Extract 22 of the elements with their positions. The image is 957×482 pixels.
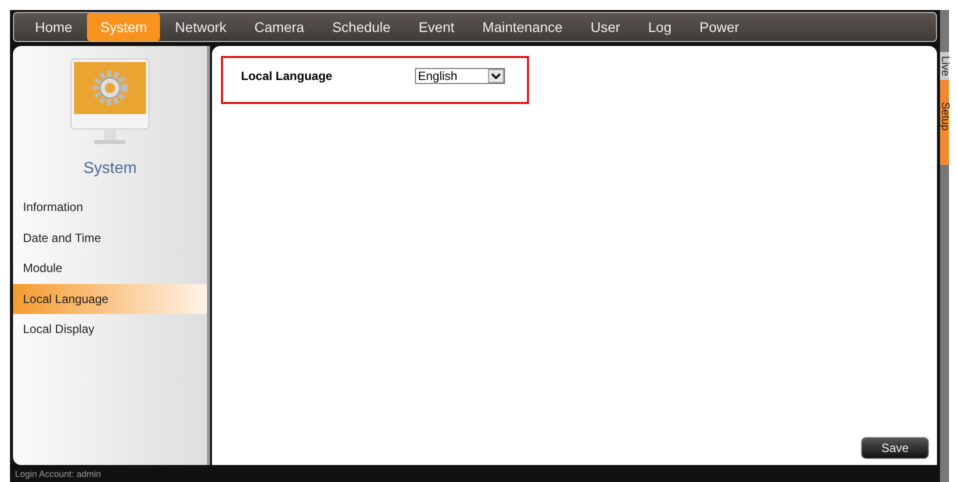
nav-tab[interactable]: Event (406, 13, 468, 41)
sidebar-item[interactable]: Information (13, 192, 207, 222)
nav-tab[interactable]: Camera (241, 13, 318, 41)
nav-tab[interactable]: Maintenance (469, 13, 576, 41)
side-tab[interactable]: Setup (940, 80, 949, 166)
nav-tab[interactable]: Power (686, 13, 752, 41)
nav-tab[interactable]: Home (22, 13, 86, 41)
nav-tab[interactable]: Schedule (319, 13, 404, 41)
sidebar-item[interactable]: Local Language (13, 284, 207, 314)
field-label: Local Language (241, 69, 334, 83)
nav-tab[interactable]: Network (162, 13, 240, 41)
sidebar-title: System (83, 160, 137, 178)
language-select[interactable]: English (415, 68, 505, 84)
side-tab[interactable]: Live (940, 52, 949, 80)
save-button[interactable]: Save (861, 437, 929, 459)
caret-icon (488, 69, 504, 83)
sidebar-item[interactable]: Date and Time (13, 222, 207, 253)
nav-tab[interactable]: User (578, 13, 634, 41)
status-text: Login Account: admin (15, 468, 102, 478)
sidebar-item[interactable]: Local Display (13, 314, 207, 344)
nav-tab[interactable]: Log (635, 13, 684, 41)
sidebar-item[interactable]: Module (13, 253, 207, 284)
